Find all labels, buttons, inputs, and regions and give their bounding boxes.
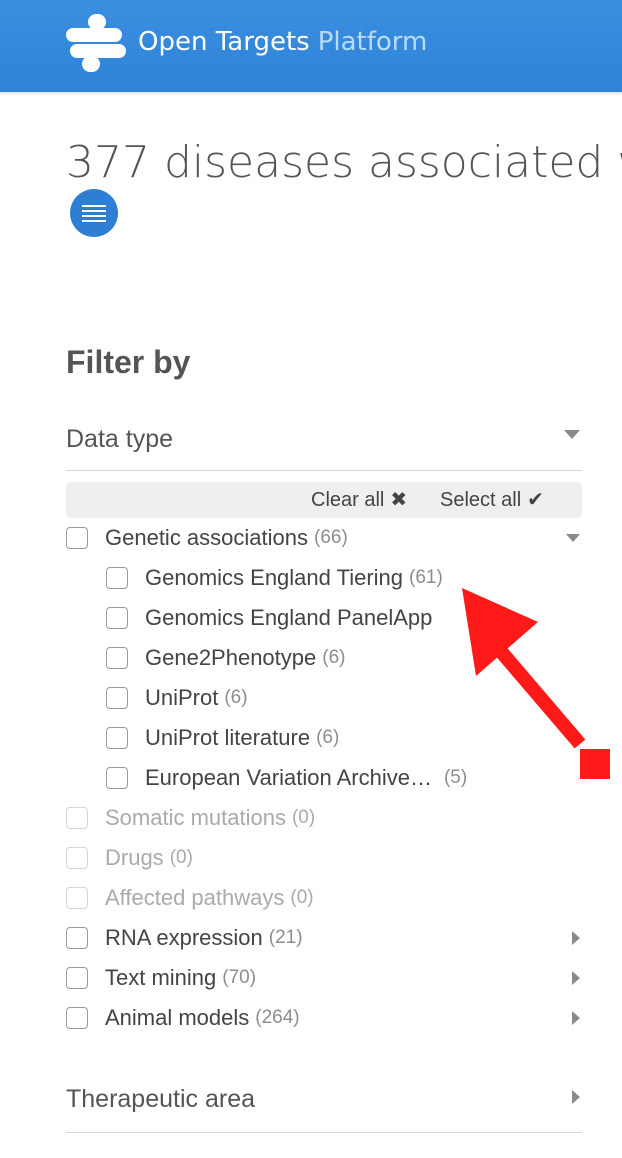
top-navigation-bar: Open Targets Platform [0, 0, 622, 92]
filter-item-label: Animal models [105, 1005, 250, 1030]
filter-item-label: Affected pathways [105, 885, 285, 910]
filter-item-count: (0) [291, 807, 316, 828]
filter-item-genetic-associations[interactable]: Genetic associations (66) [66, 520, 348, 556]
filter-item-label: Somatic mutations [105, 805, 286, 830]
checkbox[interactable] [106, 567, 128, 589]
filter-item-somatic-mutations: Somatic mutations (0) [66, 800, 315, 836]
filter-item-gene2phenotype[interactable]: Gene2Phenotype (6) [106, 640, 346, 676]
checkbox[interactable] [106, 607, 128, 629]
data-type-section-header[interactable]: Data type [66, 420, 582, 471]
filter-item-label: Genomics England Tiering [145, 565, 404, 590]
clear-all-button[interactable]: Clear all ✖ [311, 488, 407, 512]
checkbox[interactable] [106, 767, 128, 789]
list-view-button[interactable] [70, 189, 118, 237]
select-all-label: Select all [440, 489, 522, 511]
filter-item-count: (5) [443, 767, 468, 788]
clear-all-label: Clear all [311, 489, 385, 511]
filter-item-rna-expression[interactable]: RNA expression (21) [66, 920, 303, 956]
therapeutic-area-title: Therapeutic area [66, 1085, 256, 1113]
page-title: 377 diseases associated wi [66, 137, 622, 188]
checkbox[interactable] [66, 1007, 88, 1029]
annotation-marker [580, 749, 610, 779]
filter-item-label: RNA expression [105, 925, 263, 950]
filter-item-count: (6) [322, 647, 346, 668]
chevron-right-icon[interactable] [572, 1090, 580, 1104]
filter-item-animal-models[interactable]: Animal models (264) [66, 1000, 300, 1036]
filter-item-count: (0) [290, 887, 314, 908]
checkbox [66, 847, 88, 869]
filter-item-count: (264) [255, 1007, 300, 1028]
checkbox[interactable] [66, 527, 88, 549]
filter-item-drugs: Drugs (0) [66, 840, 193, 876]
list-icon [82, 203, 106, 223]
therapeutic-area-section-header[interactable]: Therapeutic area [66, 1082, 582, 1133]
checkbox [66, 807, 88, 829]
filter-item-count: (6) [316, 727, 340, 748]
filter-action-bar: Clear all ✖ Select all ✔ [66, 482, 582, 518]
filter-item-count: (61) [409, 567, 443, 588]
filter-item-genomics-england-panelapp[interactable]: Genomics England PanelApp [106, 600, 432, 636]
filter-item-label: European Variation Archive… [145, 765, 432, 790]
filter-item-count: (66) [314, 527, 348, 548]
filter-item-genomics-england-tiering[interactable]: Genomics England Tiering (61) [106, 560, 443, 596]
filter-item-label: Genetic associations [105, 525, 308, 550]
chevron-right-icon[interactable] [572, 1011, 580, 1025]
filter-item-label: Genomics England PanelApp [145, 605, 433, 630]
open-targets-logo-icon[interactable] [64, 14, 128, 72]
filter-item-count: (0) [169, 847, 193, 868]
brand-product: Platform [317, 27, 428, 57]
filter-item-affected-pathways: Affected pathways (0) [66, 880, 314, 916]
filter-item-count: (70) [222, 967, 257, 988]
checkbox[interactable] [66, 967, 88, 989]
chevron-down-icon[interactable] [566, 534, 580, 542]
filter-item-label: UniProt literature [145, 725, 311, 750]
filter-item-label: UniProt [145, 685, 219, 710]
chevron-down-icon[interactable] [564, 430, 580, 439]
select-all-button[interactable]: Select all ✔ [440, 488, 544, 512]
filter-item-count: (6) [224, 687, 248, 708]
data-type-title: Data type [66, 425, 174, 453]
chevron-right-icon[interactable] [572, 931, 580, 945]
filter-item-european-variation-archive[interactable]: European Variation Archive… (5) [106, 760, 467, 796]
checkbox[interactable] [106, 687, 128, 709]
filter-heading: Filter by [66, 344, 191, 380]
filter-item-label: Text mining [105, 965, 217, 990]
filter-item-label: Gene2Phenotype [145, 645, 317, 670]
checkbox [66, 887, 88, 909]
checkbox[interactable] [106, 647, 128, 669]
filter-item-uniprot[interactable]: UniProt (6) [106, 680, 248, 716]
check-icon: ✔ [527, 489, 544, 511]
filter-item-label: Drugs [105, 845, 164, 870]
chevron-right-icon[interactable] [572, 971, 580, 985]
brand-name: Open Targets [138, 27, 310, 57]
filter-item-text-mining[interactable]: Text mining (70) [66, 960, 256, 996]
annotation-arrow-icon [462, 588, 586, 749]
filter-item-count: (21) [268, 927, 303, 948]
filter-item-uniprot-literature[interactable]: UniProt literature (6) [106, 720, 339, 756]
close-icon: ✖ [390, 489, 408, 511]
brand-title[interactable]: Open Targets Platform [138, 26, 427, 58]
checkbox[interactable] [66, 927, 88, 949]
checkbox[interactable] [106, 727, 128, 749]
